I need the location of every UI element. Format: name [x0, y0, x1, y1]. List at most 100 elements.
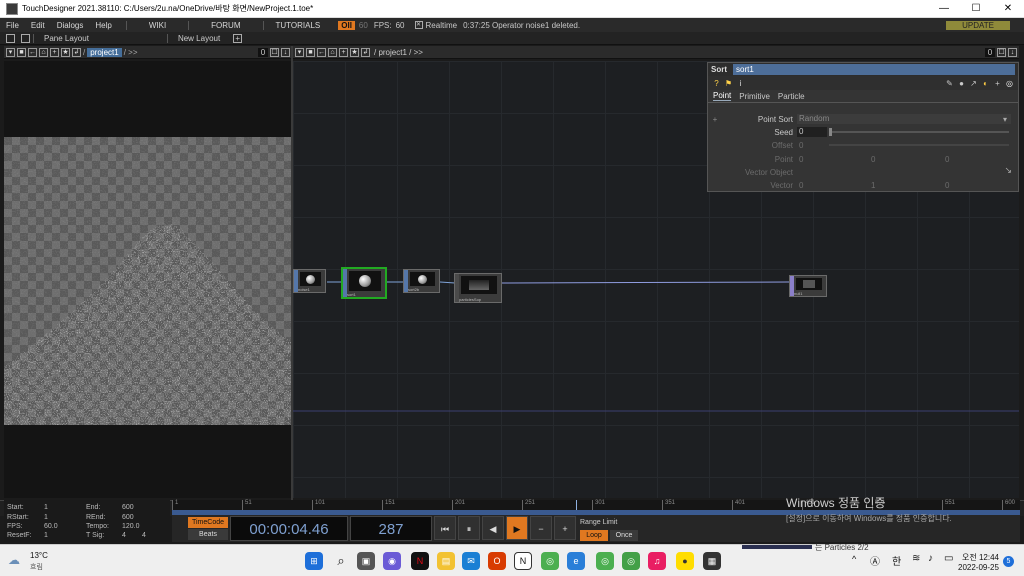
- help-icon[interactable]: ?: [712, 79, 721, 88]
- playhead[interactable]: [576, 500, 577, 510]
- edge-icon[interactable]: e: [567, 552, 585, 570]
- chrome-icon[interactable]: ◎: [541, 552, 559, 570]
- kakaotalk-icon[interactable]: ●: [676, 552, 694, 570]
- volume-icon[interactable]: ♪: [928, 553, 933, 564]
- touchdesigner-taskbar-icon[interactable]: ▦: [703, 552, 721, 570]
- new-layout-tab[interactable]: New Layout: [166, 33, 230, 43]
- home-icon[interactable]: ⌂: [39, 47, 48, 57]
- clock-time[interactable]: 오전 12:44: [962, 552, 999, 563]
- wiki-link[interactable]: WIKI: [125, 20, 188, 30]
- vector-x-field[interactable]: 0: [797, 181, 871, 190]
- settings-icon[interactable]: ◎: [1005, 79, 1014, 88]
- menu-dialogs[interactable]: Dialogs: [51, 21, 90, 30]
- pane-arrow-icon[interactable]: ↓: [1008, 47, 1017, 57]
- node-particles[interactable]: particlesSop: [454, 273, 502, 303]
- shortcut-icon[interactable]: ↲: [361, 47, 370, 57]
- clock-date[interactable]: 2022-09-25: [958, 563, 999, 572]
- breadcrumb-more[interactable]: / >>: [124, 48, 138, 57]
- tutorials-link[interactable]: TUTORIALS: [262, 20, 333, 30]
- menu-help[interactable]: Help: [89, 21, 117, 30]
- file-explorer-icon[interactable]: ▤: [437, 552, 455, 570]
- vector-z-field[interactable]: 0: [945, 181, 1005, 190]
- chrome-app-icon[interactable]: ◎: [622, 552, 640, 570]
- oii-indicator[interactable]: OII: [338, 20, 355, 30]
- tab-particle[interactable]: Particle: [778, 92, 805, 101]
- shortcut-icon[interactable]: ↲: [72, 47, 81, 57]
- stop-icon[interactable]: ■: [17, 47, 26, 57]
- edit-icon[interactable]: ✎: [945, 79, 954, 88]
- realtime-checkbox[interactable]: ✕: [414, 21, 423, 29]
- office-icon[interactable]: O: [488, 552, 506, 570]
- language-icon[interactable]: ◐: [981, 79, 990, 88]
- rstart-value[interactable]: 1: [44, 514, 48, 521]
- node-sort2b[interactable]: sort2b: [403, 269, 440, 293]
- weather-cloud-icon[interactable]: ☁: [8, 553, 20, 567]
- start-value[interactable]: 1: [44, 504, 48, 511]
- star-icon[interactable]: ★: [61, 47, 70, 57]
- add-icon[interactable]: +: [50, 47, 59, 57]
- seed-slider[interactable]: [829, 128, 1009, 136]
- seed-field[interactable]: 0: [797, 127, 827, 137]
- timecode-display[interactable]: 00:00:04.46: [230, 516, 348, 541]
- pane-anchor-icon[interactable]: [21, 33, 30, 43]
- tsig-numerator[interactable]: 4: [122, 532, 126, 539]
- start-icon[interactable]: ⊞: [305, 552, 323, 570]
- add-layout-button[interactable]: +: [233, 33, 243, 43]
- music-icon[interactable]: ♫: [648, 552, 666, 570]
- back-icon[interactable]: ←: [28, 47, 37, 57]
- node-sort1[interactable]: sort1: [341, 267, 387, 299]
- point-y-field[interactable]: 0: [871, 155, 945, 164]
- forum-link[interactable]: FORUM: [188, 20, 262, 30]
- rend-value[interactable]: 600: [122, 514, 134, 521]
- minimize-button[interactable]: —: [928, 3, 960, 14]
- offset-slider[interactable]: [829, 144, 1009, 146]
- step-back-button[interactable]: ◀: [482, 516, 504, 540]
- tempo-value[interactable]: 120.0: [122, 523, 140, 530]
- node-noise1[interactable]: noise1: [293, 269, 326, 293]
- chrome-profile-icon[interactable]: ◎: [596, 552, 614, 570]
- notion-icon[interactable]: N: [514, 552, 532, 570]
- rewind-button[interactable]: ⏮: [434, 516, 456, 540]
- node-null1[interactable]: null1: [789, 275, 827, 297]
- wifi-icon[interactable]: ≋: [912, 553, 920, 564]
- menu-edit[interactable]: Edit: [25, 21, 51, 30]
- chat-icon[interactable]: ◉: [383, 552, 401, 570]
- back-icon[interactable]: ←: [317, 47, 326, 57]
- mail-icon[interactable]: ✉: [462, 552, 480, 570]
- expand-plus-icon[interactable]: +: [708, 115, 722, 124]
- comment-icon[interactable]: ●: [957, 79, 966, 88]
- pane-menu-icon[interactable]: ▾: [295, 47, 304, 57]
- close-button[interactable]: ✕: [992, 3, 1024, 14]
- expand-icon[interactable]: ↗: [969, 79, 978, 88]
- ime-indicator[interactable]: 한: [892, 553, 901, 568]
- notification-badge[interactable]: 5: [1003, 556, 1014, 567]
- task-view-icon[interactable]: ▣: [357, 552, 375, 570]
- play-button[interactable]: ▶: [506, 516, 528, 540]
- step-minus-button[interactable]: −: [530, 516, 552, 540]
- point-z-field[interactable]: 0: [945, 155, 1005, 164]
- pane-menu-icon[interactable]: ▾: [6, 47, 15, 57]
- step-plus-button[interactable]: +: [554, 516, 576, 540]
- pane-split-icon[interactable]: [6, 33, 15, 43]
- vector-y-field[interactable]: 1: [871, 181, 945, 190]
- fps-rate-value[interactable]: 60.0: [44, 523, 58, 530]
- weather-desc[interactable]: 흐림: [30, 562, 43, 572]
- end-value[interactable]: 600: [122, 504, 134, 511]
- tab-point[interactable]: Point: [713, 91, 732, 101]
- tray-app-icon[interactable]: Ⓐ: [870, 553, 880, 568]
- resetf-value[interactable]: 1: [44, 532, 48, 539]
- info-icon[interactable]: i: [736, 79, 745, 88]
- stop-icon[interactable]: ■: [306, 47, 315, 57]
- breadcrumb-project1[interactable]: project1: [87, 47, 122, 57]
- pane-layout-button[interactable]: Pane Layout: [33, 33, 99, 43]
- offset-field[interactable]: 0: [797, 141, 827, 150]
- maximize-pane-icon[interactable]: ☐: [997, 47, 1006, 57]
- pause-button[interactable]: ⏸: [458, 516, 480, 540]
- pane-arrow-icon[interactable]: ↓: [281, 47, 290, 57]
- loop-toggle[interactable]: Loop: [580, 530, 608, 541]
- add-param-icon[interactable]: +: [993, 79, 1002, 88]
- star-icon[interactable]: ★: [350, 47, 359, 57]
- battery-icon[interactable]: ▭: [944, 553, 953, 564]
- tsig-denominator[interactable]: 4: [142, 532, 146, 539]
- weather-temp[interactable]: 13°C: [30, 551, 48, 560]
